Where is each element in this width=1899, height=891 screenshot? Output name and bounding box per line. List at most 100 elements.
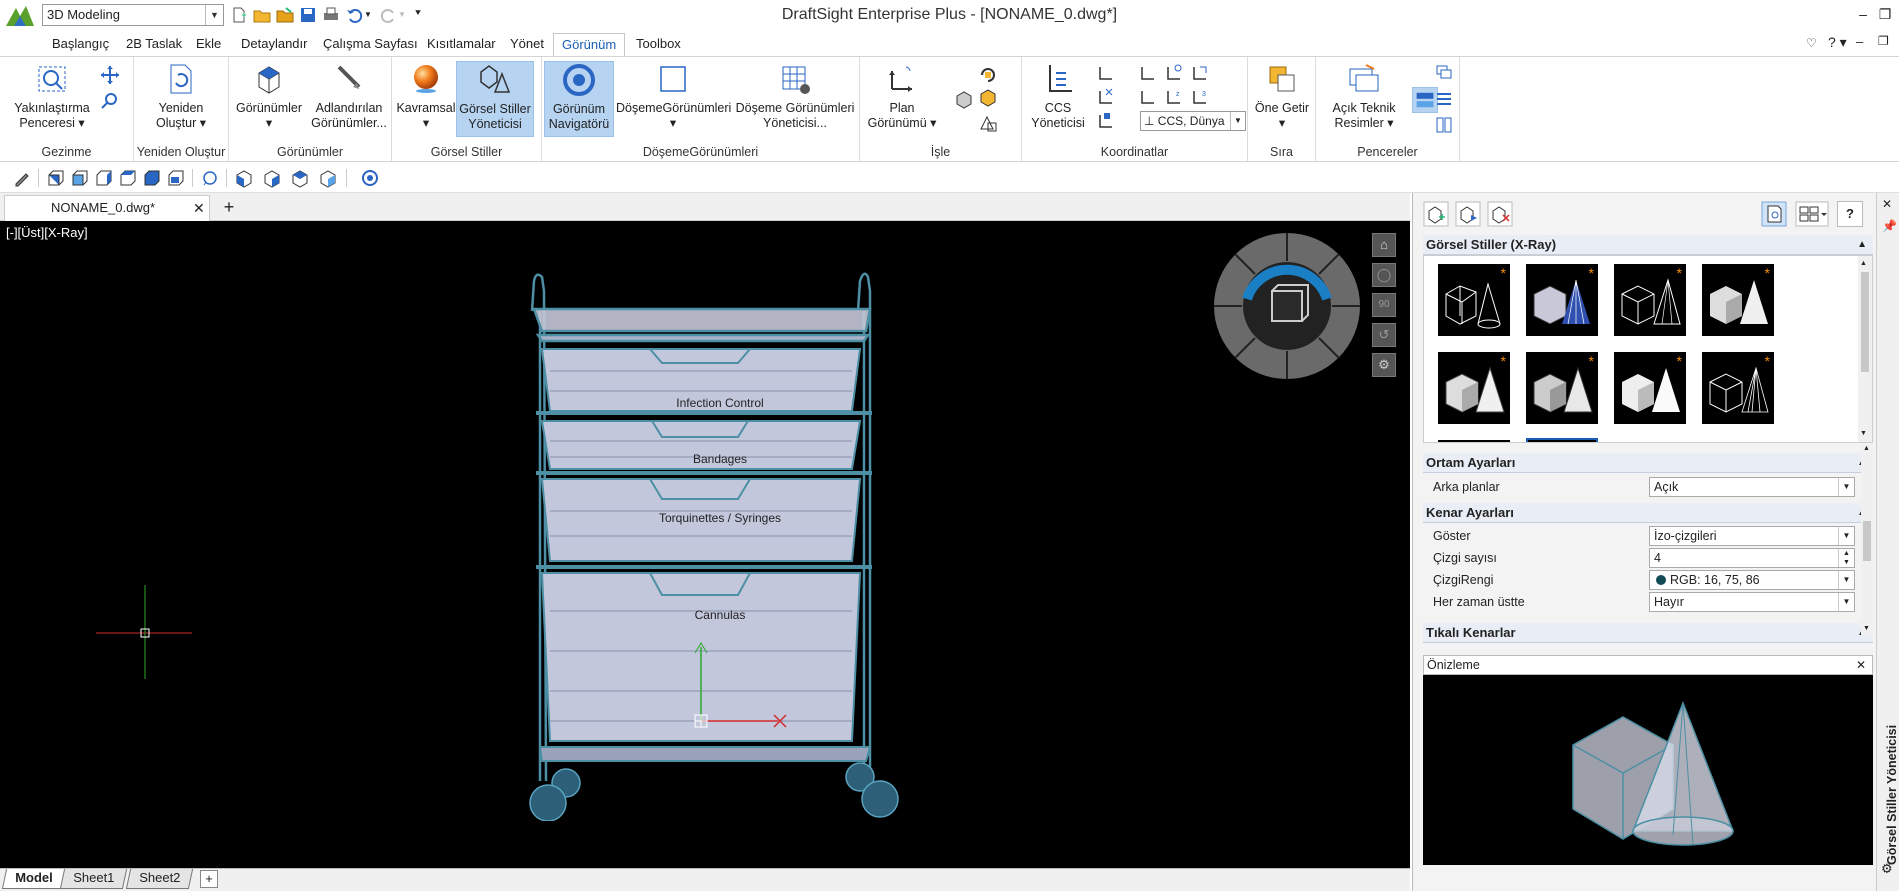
help-icon[interactable]: ? ▾ xyxy=(1828,34,1847,51)
settings-gear-icon[interactable]: ⚙ xyxy=(1881,861,1893,877)
sheet-tab-model[interactable]: Model xyxy=(1,869,66,889)
tab-2b-taslak[interactable]: 2B Taslak xyxy=(118,33,190,56)
style-thumb-sketchy[interactable]: * xyxy=(1702,352,1774,424)
shapes-small-icon[interactable] xyxy=(978,113,998,133)
tab-gorunum[interactable]: Görünüm xyxy=(553,33,626,56)
rotate-view-icon[interactable]: ◯ xyxy=(1372,263,1396,287)
iso-nw-icon[interactable] xyxy=(318,168,338,188)
ccs-x-icon[interactable] xyxy=(1096,87,1116,107)
collapse-icon[interactable]: ▲ xyxy=(1857,235,1867,254)
tab-detaylandir[interactable]: Detaylandır xyxy=(233,33,315,56)
chevron-down-icon[interactable]: ▼ xyxy=(1838,571,1854,589)
tile-stack-icon[interactable] xyxy=(1434,89,1454,109)
close-icon[interactable]: ✕ xyxy=(1882,197,1892,211)
cizgi-sayisi-stepper[interactable]: 4 ▲ ▼ xyxy=(1649,548,1855,568)
zoom-icon[interactable] xyxy=(100,91,120,111)
view-back-icon[interactable] xyxy=(166,168,186,188)
ccs-face-icon[interactable]: 3 xyxy=(1190,87,1210,107)
style-thumb-gray[interactable]: * xyxy=(1526,352,1598,424)
pencil-icon[interactable] xyxy=(12,168,32,188)
chevron-down-icon[interactable]: ▼ xyxy=(1838,478,1854,496)
style-thumb-xray[interactable]: * xyxy=(1526,264,1598,336)
viewport-label[interactable]: [-][Üst][X-Ray] xyxy=(6,225,88,240)
view-navigator-widget[interactable] xyxy=(1212,231,1362,381)
bring-front-button[interactable]: Öne Getir ▾ xyxy=(1252,61,1312,131)
collapse-ribbon-icon[interactable]: ♡ xyxy=(1806,36,1817,50)
orbit-view-icon[interactable] xyxy=(200,168,220,188)
render-box-icon[interactable] xyxy=(978,87,998,107)
ccs-select[interactable]: ⊥ CCS, Dünya ▼ xyxy=(1140,111,1246,131)
sheet-tab-sheet2[interactable]: Sheet2 xyxy=(125,869,194,889)
tile-vertical-icon[interactable] xyxy=(1434,115,1454,135)
drawing-viewport[interactable]: [-][Üst][X-Ray] Infection Control Bandag… xyxy=(0,221,1410,868)
regenerate-button[interactable]: Yeniden Oluştur ▾ xyxy=(140,61,222,131)
settings-gear-icon[interactable]: ⚙ xyxy=(1372,353,1396,377)
ccs-y-icon[interactable] xyxy=(1096,111,1116,131)
chevron-down-icon[interactable]: ▼ xyxy=(1838,527,1854,545)
ccs-world-icon[interactable] xyxy=(1164,63,1184,83)
style-thumb-shaded[interactable]: * xyxy=(1702,264,1774,336)
new-style-icon[interactable] xyxy=(1423,201,1449,227)
delete-style-icon[interactable] xyxy=(1487,201,1513,227)
close-icon[interactable]: ✕ xyxy=(1856,656,1866,674)
sheet-tab-sheet1[interactable]: Sheet1 xyxy=(59,869,128,889)
plan-view-button[interactable]: Plan Görünümü ▾ xyxy=(864,61,940,131)
named-views-button[interactable]: Adlandırılan Görünümler... xyxy=(309,61,389,131)
copy-style-icon[interactable] xyxy=(1455,201,1481,227)
apply-style-icon[interactable] xyxy=(1761,201,1787,227)
pan-icon[interactable] xyxy=(100,65,120,85)
tikali-section-header[interactable]: Tıkalı Kenarlar▲ xyxy=(1423,623,1873,643)
tab-calisma-sayfasi[interactable]: Çalışma Sayfası xyxy=(315,33,426,56)
minimize-doc-icon[interactable]: – xyxy=(1856,34,1863,49)
add-sheet-icon[interactable]: + xyxy=(200,870,218,888)
chevron-down-icon[interactable]: ▼ xyxy=(1230,112,1245,130)
view-right-icon[interactable] xyxy=(118,168,138,188)
iso-ne-icon[interactable] xyxy=(290,168,310,188)
reverse-rotate-icon[interactable]: ↺ xyxy=(1372,323,1396,347)
tile-views-manager-button[interactable]: Döşeme Görünümleri Yöneticisi... xyxy=(734,61,856,131)
view-navigator-button[interactable]: Görünüm Navigatörü xyxy=(544,61,614,137)
ccs-origin-icon[interactable] xyxy=(1138,63,1158,83)
workspace-select[interactable]: 3D Modeling ▼ xyxy=(42,4,224,26)
restore-icon[interactable]: ❐ xyxy=(1874,3,1896,25)
orbit-icon[interactable] xyxy=(978,65,998,85)
tab-toolbox[interactable]: Toolbox xyxy=(628,33,689,56)
ccs-3point-icon[interactable] xyxy=(1138,87,1158,107)
undo-icon[interactable] xyxy=(345,6,363,24)
view-left-icon[interactable] xyxy=(94,168,114,188)
minimize-icon[interactable]: – xyxy=(1852,3,1874,25)
side-panel-title[interactable]: Görsel Stiller Yöneticisi xyxy=(1885,715,1899,865)
chevron-down-icon[interactable]: ▼ xyxy=(1838,593,1854,611)
ccs-axis-icon[interactable] xyxy=(1096,63,1116,83)
print-icon[interactable] xyxy=(322,6,340,24)
view-top-icon[interactable] xyxy=(46,168,66,188)
style-thumb-selected[interactable] xyxy=(1526,438,1598,442)
views-button[interactable]: Görünümler ▾ xyxy=(233,61,305,131)
style-thumb-wireframe[interactable]: * xyxy=(1438,264,1510,336)
save-icon[interactable] xyxy=(299,6,317,24)
view-front-icon[interactable] xyxy=(142,168,162,188)
scroll-thumb[interactable] xyxy=(1861,272,1869,372)
rotate-90-button[interactable]: 90 xyxy=(1372,293,1396,317)
open-drawings-button[interactable]: Açık Teknik Resimler ▾ xyxy=(1320,61,1408,131)
style-thumb-realistic[interactable]: * xyxy=(1614,352,1686,424)
goster-select[interactable]: İzo-çizgileri ▼ xyxy=(1649,526,1855,546)
scroll-up-icon[interactable]: ▲ xyxy=(1863,445,1870,452)
cizgi-rengi-select[interactable]: RGB: 16, 75, 86 ▼ xyxy=(1649,570,1855,590)
redo-icon[interactable] xyxy=(380,6,398,24)
document-tab[interactable]: NONAME_0.dwg* ✕ xyxy=(4,195,210,221)
scroll-up-icon[interactable]: ▲ xyxy=(1860,260,1867,267)
iso-sw-icon[interactable] xyxy=(234,168,254,188)
view-navigator-small-icon[interactable] xyxy=(360,168,380,188)
kenar-section-header[interactable]: Kenar Ayarları▲ xyxy=(1423,503,1873,523)
tab-baslangic[interactable]: Başlangıç xyxy=(44,33,117,56)
zoom-window-button[interactable]: Yakınlaştırma Penceresi ▾ xyxy=(10,61,94,131)
properties-scrollbar[interactable]: ▲ ▼ xyxy=(1861,445,1873,635)
home-view-icon[interactable]: ⌂ xyxy=(1372,233,1396,257)
ccs-manager-button[interactable]: CCS Yöneticisi xyxy=(1028,61,1088,131)
scroll-down-icon[interactable]: ▼ xyxy=(1860,430,1867,437)
view-bottom-icon[interactable] xyxy=(70,168,90,188)
cascade-icon[interactable] xyxy=(1434,63,1454,83)
conceptual-button[interactable]: Kavramsal ▾ xyxy=(396,61,456,131)
style-thumb-more[interactable] xyxy=(1438,440,1510,442)
